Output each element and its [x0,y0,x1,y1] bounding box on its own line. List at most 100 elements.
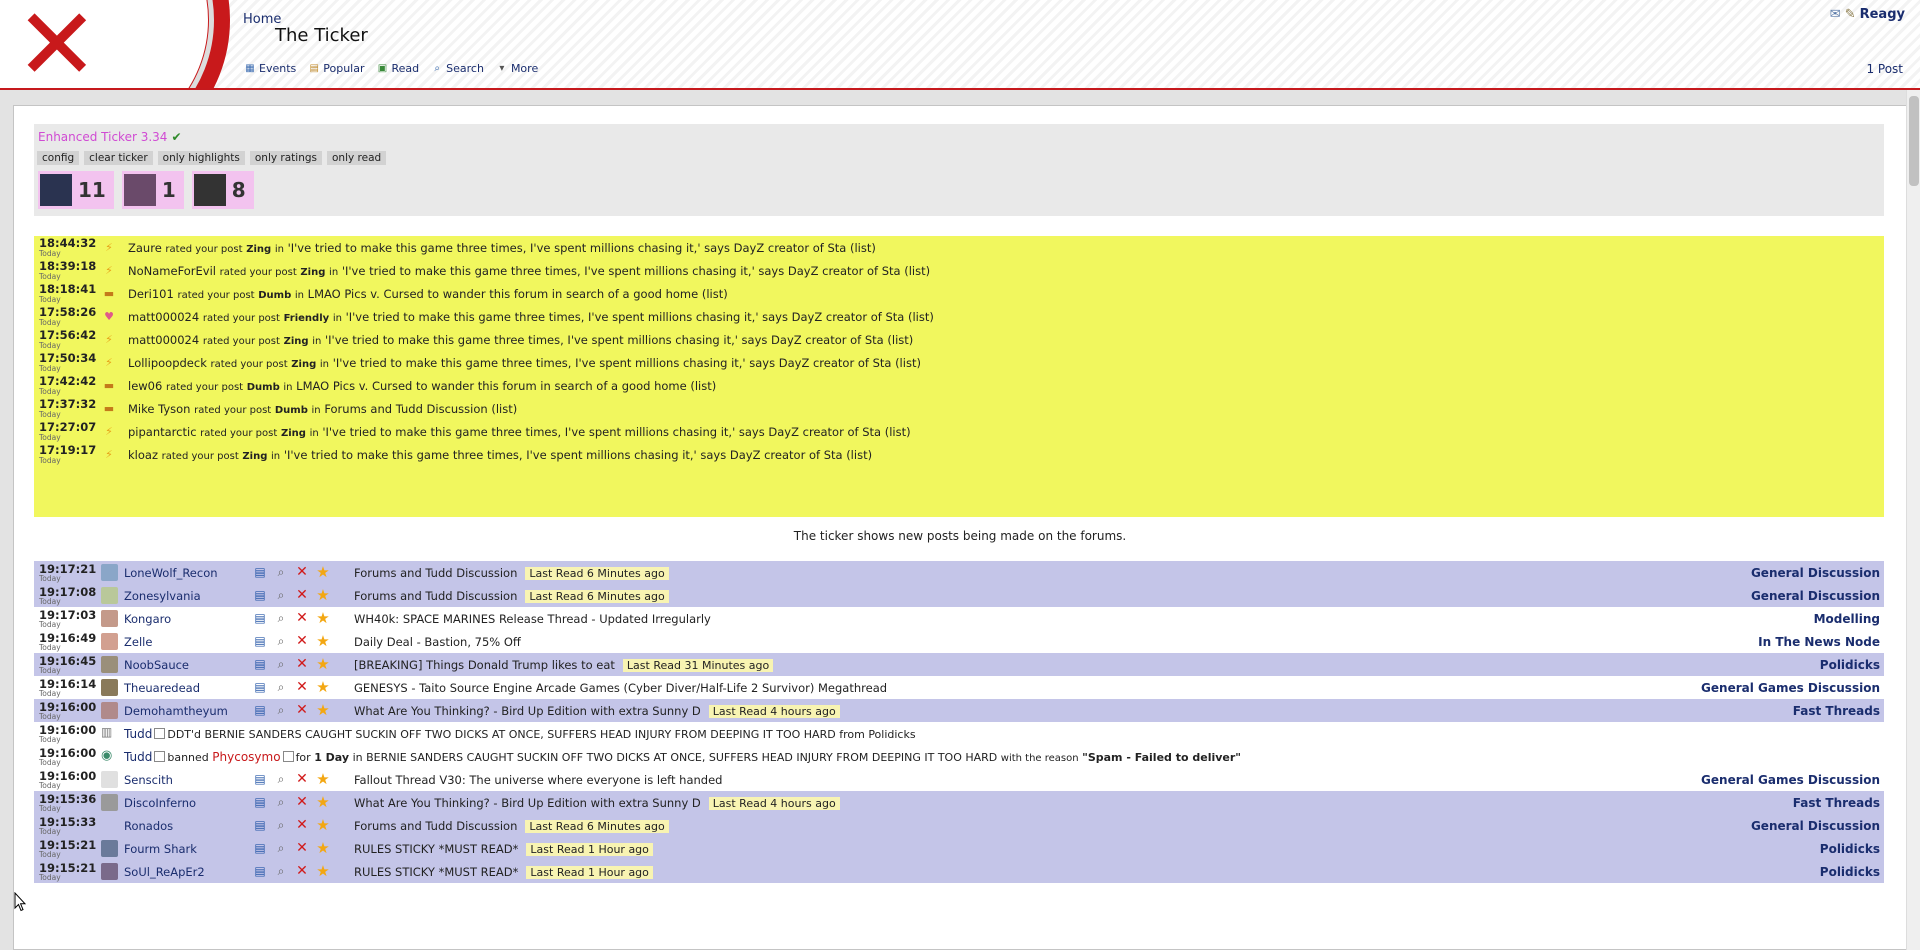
forum-link[interactable]: Fast Threads [1793,704,1880,718]
ticker-badge[interactable]: 1 [121,171,184,209]
star-icon[interactable]: ★ [315,609,331,627]
close-icon[interactable]: ✕ [294,794,310,810]
avatar[interactable] [101,564,118,581]
star-icon[interactable]: ★ [315,563,331,581]
ticker-button-config[interactable]: config [37,151,80,165]
forum-link[interactable]: General Discussion [1751,819,1880,833]
close-icon[interactable]: ✕ [294,610,310,626]
search-icon[interactable]: ⌕ [273,564,289,580]
star-icon[interactable]: ★ [315,770,331,788]
ticker-badge[interactable]: 11 [38,171,114,209]
star-icon[interactable]: ★ [315,678,331,696]
star-icon[interactable]: ★ [315,793,331,811]
nav-item-more[interactable]: ▾ More [496,62,538,75]
feed-username[interactable]: LoneWolf_Recon [124,566,218,580]
rating-user[interactable]: lew06 [128,379,162,393]
forum-link[interactable]: Polidicks [1820,658,1880,672]
username[interactable]: Reagy [1860,7,1905,22]
ticker-badge[interactable]: 8 [191,171,254,209]
feed-username[interactable]: Kongaro [124,612,171,626]
close-icon[interactable]: ✕ [294,564,310,580]
document-icon[interactable]: ▤ [252,656,268,672]
nav-item-events[interactable]: ▦ Events [244,62,296,75]
rating-user[interactable]: Deri101 [128,287,174,301]
star-icon[interactable]: ★ [315,862,331,880]
search-icon[interactable]: ⌕ [273,702,289,718]
ticker-button-only-ratings[interactable]: only ratings [249,151,322,165]
nav-item-popular[interactable]: ▤ Popular [308,62,365,75]
close-icon[interactable]: ✕ [294,656,310,672]
close-icon[interactable]: ✕ [294,587,310,603]
search-icon[interactable]: ⌕ [273,610,289,626]
rating-thread-link[interactable]: 'I've tried to make this game three time… [288,241,876,255]
feed-username[interactable]: Zelle [124,635,152,649]
feed-username[interactable]: Zonesylvania [124,589,201,603]
rating-thread-link[interactable]: Forums and Tudd Discussion (list) [324,402,517,416]
close-icon[interactable]: ✕ [294,817,310,833]
star-icon[interactable]: ★ [315,701,331,719]
document-icon[interactable]: ▤ [252,679,268,695]
user-area[interactable]: ✉ ✎ Reagy [1830,7,1905,22]
forum-link[interactable]: General Discussion [1751,589,1880,603]
document-icon[interactable]: ▤ [252,863,268,879]
document-icon[interactable]: ▤ [252,794,268,810]
thread-title[interactable]: Forums and Tudd Discussion Last Read 6 Mi… [354,589,669,603]
ticker-button-clear-ticker[interactable]: clear ticker [84,151,153,165]
forum-link[interactable]: Fast Threads [1793,796,1880,810]
close-icon[interactable]: ✕ [294,679,310,695]
feed-username[interactable]: Senscith [124,773,173,787]
thread-title[interactable]: WH40k: SPACE MARINES Release Thread - Up… [354,612,711,626]
thread-title[interactable]: What Are You Thinking? - Bird Up Edition… [354,704,840,718]
avatar[interactable] [101,817,118,834]
close-icon[interactable]: ✕ [294,840,310,856]
search-icon[interactable]: ⌕ [273,656,289,672]
ticker-button-only-read[interactable]: only read [326,151,387,165]
user-wrench-icon[interactable]: ✎ [1845,7,1856,22]
forum-link[interactable]: In The News Node [1758,635,1880,649]
close-icon[interactable]: ✕ [294,771,310,787]
thread-title[interactable]: RULES STICKY *MUST READ* Last Read 1 Hour… [354,865,653,879]
forum-link[interactable]: General Games Discussion [1701,773,1880,787]
search-icon[interactable]: ⌕ [273,817,289,833]
rating-user[interactable]: pipantarctic [128,425,197,439]
feed-username[interactable]: NoobSauce [124,658,189,672]
rating-user[interactable]: matt000024 [128,333,199,347]
rating-thread-link[interactable]: LMAO Pics v. Cursed to wander this forum… [296,379,716,393]
thread-title[interactable]: GENESYS - Taito Source Engine Arcade Gam… [354,681,887,695]
document-icon[interactable]: ▤ [252,587,268,603]
star-icon[interactable]: ★ [315,655,331,673]
rating-user[interactable]: Zaure [128,241,162,255]
feed-username[interactable]: Ronados [124,819,173,833]
close-icon[interactable]: ✕ [294,633,310,649]
document-icon[interactable]: ▤ [252,564,268,580]
forum-link[interactable]: Polidicks [1820,865,1880,879]
close-icon[interactable]: ✕ [294,863,310,879]
nav-item-search[interactable]: ⌕ Search [431,62,484,75]
rating-user[interactable]: NoNameForEvil [128,264,216,278]
search-icon[interactable]: ⌕ [273,771,289,787]
rating-user[interactable]: kloaz [128,448,158,462]
rating-user[interactable]: Mike Tyson [128,402,190,416]
site-logo-icon[interactable]: ✕ [15,0,99,88]
rating-thread-link[interactable]: 'I've tried to make this game three time… [322,425,910,439]
event-victim[interactable]: Phycosymo [212,750,280,764]
thread-title[interactable]: Forums and Tudd Discussion Last Read 6 Mi… [354,819,669,833]
document-icon[interactable]: ▤ [252,840,268,856]
document-icon[interactable]: ▤ [252,702,268,718]
avatar[interactable] [101,702,118,719]
thread-title[interactable]: Fallout Thread V30: The universe where e… [354,773,722,787]
document-icon[interactable]: ▤ [252,633,268,649]
search-icon[interactable]: ⌕ [273,863,289,879]
rating-thread-link[interactable]: 'I've tried to make this game three time… [284,448,872,462]
document-icon[interactable]: ▤ [252,817,268,833]
close-icon[interactable]: ✕ [294,702,310,718]
star-icon[interactable]: ★ [315,586,331,604]
avatar[interactable] [101,863,118,880]
feed-username[interactable]: Theuaredead [124,681,200,695]
feed-username[interactable]: DiscoInferno [124,796,196,810]
nav-item-read[interactable]: ▣ Read [377,62,419,75]
feed-username[interactable]: SoUl_ReApEr2 [124,865,205,879]
search-icon[interactable]: ⌕ [273,794,289,810]
rating-thread-link[interactable]: 'I've tried to make this game three time… [346,310,934,324]
search-icon[interactable]: ⌕ [273,679,289,695]
